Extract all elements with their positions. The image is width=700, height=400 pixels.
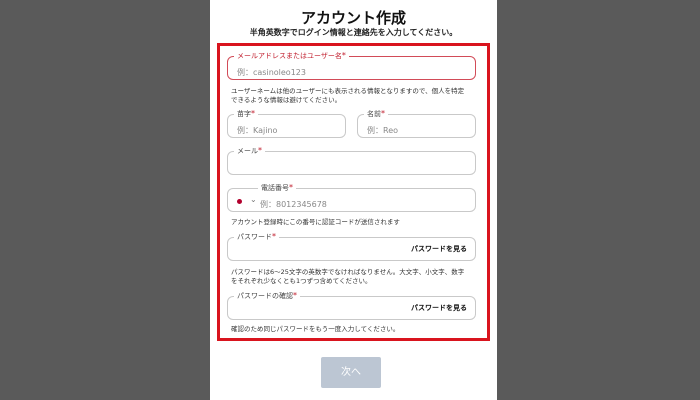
password-confirm-input[interactable]: パスワードの確認* パスワードを見る	[227, 291, 476, 320]
email-input[interactable]: メール*	[227, 146, 476, 175]
last-name-input[interactable]: 苗字* 例：Kajino	[227, 109, 346, 138]
page-title: アカウント作成	[300, 9, 406, 27]
first-name-placeholder: 例：Reo	[367, 126, 399, 135]
password-note-line-2: をそれぞれ少なくとも1つずつ含めてください。	[231, 277, 372, 285]
phone-note: アカウント登録時にこの番号に認証コードが送信されます	[231, 218, 400, 226]
username-input[interactable]: メールアドレスまたはユーザー名* 例：casinoleo123	[227, 51, 476, 80]
page-subtitle: 半角英数字でログイン情報と連絡先を入力してください。	[249, 28, 458, 37]
show-password-confirm-button[interactable]: パスワードを見る	[411, 303, 467, 313]
username-placeholder: 例：casinoleo123	[237, 68, 306, 77]
phone-placeholder: 例：8012345678	[260, 200, 327, 209]
email-label: メール*	[234, 146, 265, 156]
password-confirm-note: 確認のため同じパスワードをもう一度入力してください。	[231, 325, 400, 333]
last-name-placeholder: 例：Kajino	[237, 126, 278, 135]
phone-label: 電話番号*	[258, 183, 296, 193]
chevron-down-icon[interactable]: ⌄	[250, 195, 257, 204]
password-input[interactable]: パスワード* パスワードを見る	[227, 232, 476, 261]
phone-input[interactable]: 電話番号* ⌄ 例：8012345678	[227, 183, 476, 212]
username-note-line-2: できるような情報は避けてください。	[231, 96, 342, 104]
password-label: パスワード*	[234, 232, 279, 242]
last-name-label: 苗字*	[234, 109, 258, 119]
password-confirm-label: パスワードの確認*	[234, 291, 300, 301]
japan-flag-icon[interactable]	[237, 199, 242, 204]
username-label: メールアドレスまたはユーザー名*	[234, 51, 349, 61]
first-name-label: 名前*	[364, 109, 388, 119]
show-password-button[interactable]: パスワードを見る	[411, 244, 467, 254]
first-name-input[interactable]: 名前* 例：Reo	[357, 109, 476, 138]
next-button[interactable]: 次へ	[321, 357, 381, 388]
